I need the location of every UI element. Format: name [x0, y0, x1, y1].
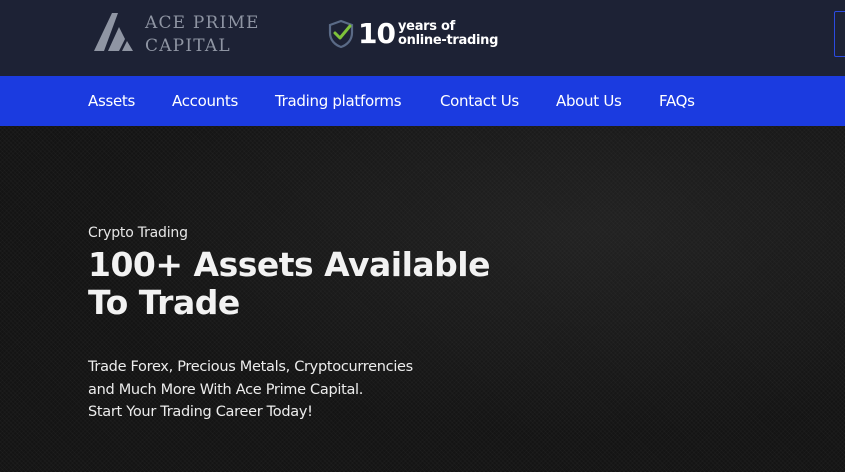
header-cta-button[interactable] — [834, 11, 845, 57]
hero-desc-line-1: Trade Forex, Precious Metals, Cryptocurr… — [88, 359, 413, 375]
ace-prime-logo-icon — [94, 13, 133, 51]
hero-title: 100+ Assets Available To Trade — [88, 246, 508, 322]
nav-item-accounts[interactable]: Accounts — [172, 91, 238, 111]
hero-description: Trade Forex, Precious Metals, Cryptocurr… — [88, 356, 508, 424]
years-label: years of online-trading — [398, 20, 498, 48]
nav-item-about-us[interactable]: About Us — [556, 91, 622, 111]
nav-item-assets[interactable]: Assets — [88, 91, 135, 111]
hero-section: Crypto Trading 100+ Assets Available To … — [0, 126, 845, 472]
logo-line-1: ACE PRIME — [145, 13, 260, 33]
logo-link[interactable]: ACE PRIME CAPITAL — [92, 9, 262, 61]
hero-title-line-2: To Trade — [88, 283, 240, 322]
years-label-line-2: online-trading — [398, 33, 499, 48]
logo-wordmark: ACE PRIME CAPITAL — [145, 12, 260, 58]
years-number: 10 — [358, 17, 396, 50]
hero-title-line-1: 100+ Assets Available — [88, 245, 490, 284]
main-nav: Assets Accounts Trading platforms Contac… — [0, 76, 845, 126]
shield-check-icon — [328, 19, 354, 49]
hero-desc-line-3: Start Your Trading Career Today! — [88, 404, 313, 420]
top-header: ACE PRIME CAPITAL 10 years of online-tra… — [0, 0, 845, 76]
nav-item-trading-platforms[interactable]: Trading platforms — [275, 91, 402, 111]
logo-line-2: CAPITAL — [145, 36, 231, 56]
years-label-line-1: years of — [398, 19, 455, 34]
nav-item-faqs[interactable]: FAQs — [659, 91, 695, 111]
hero-eyebrow: Crypto Trading — [88, 225, 188, 241]
nav-item-contact-us[interactable]: Contact Us — [440, 91, 519, 111]
hero-desc-line-2: and Much More With Ace Prime Capital. — [88, 381, 364, 398]
